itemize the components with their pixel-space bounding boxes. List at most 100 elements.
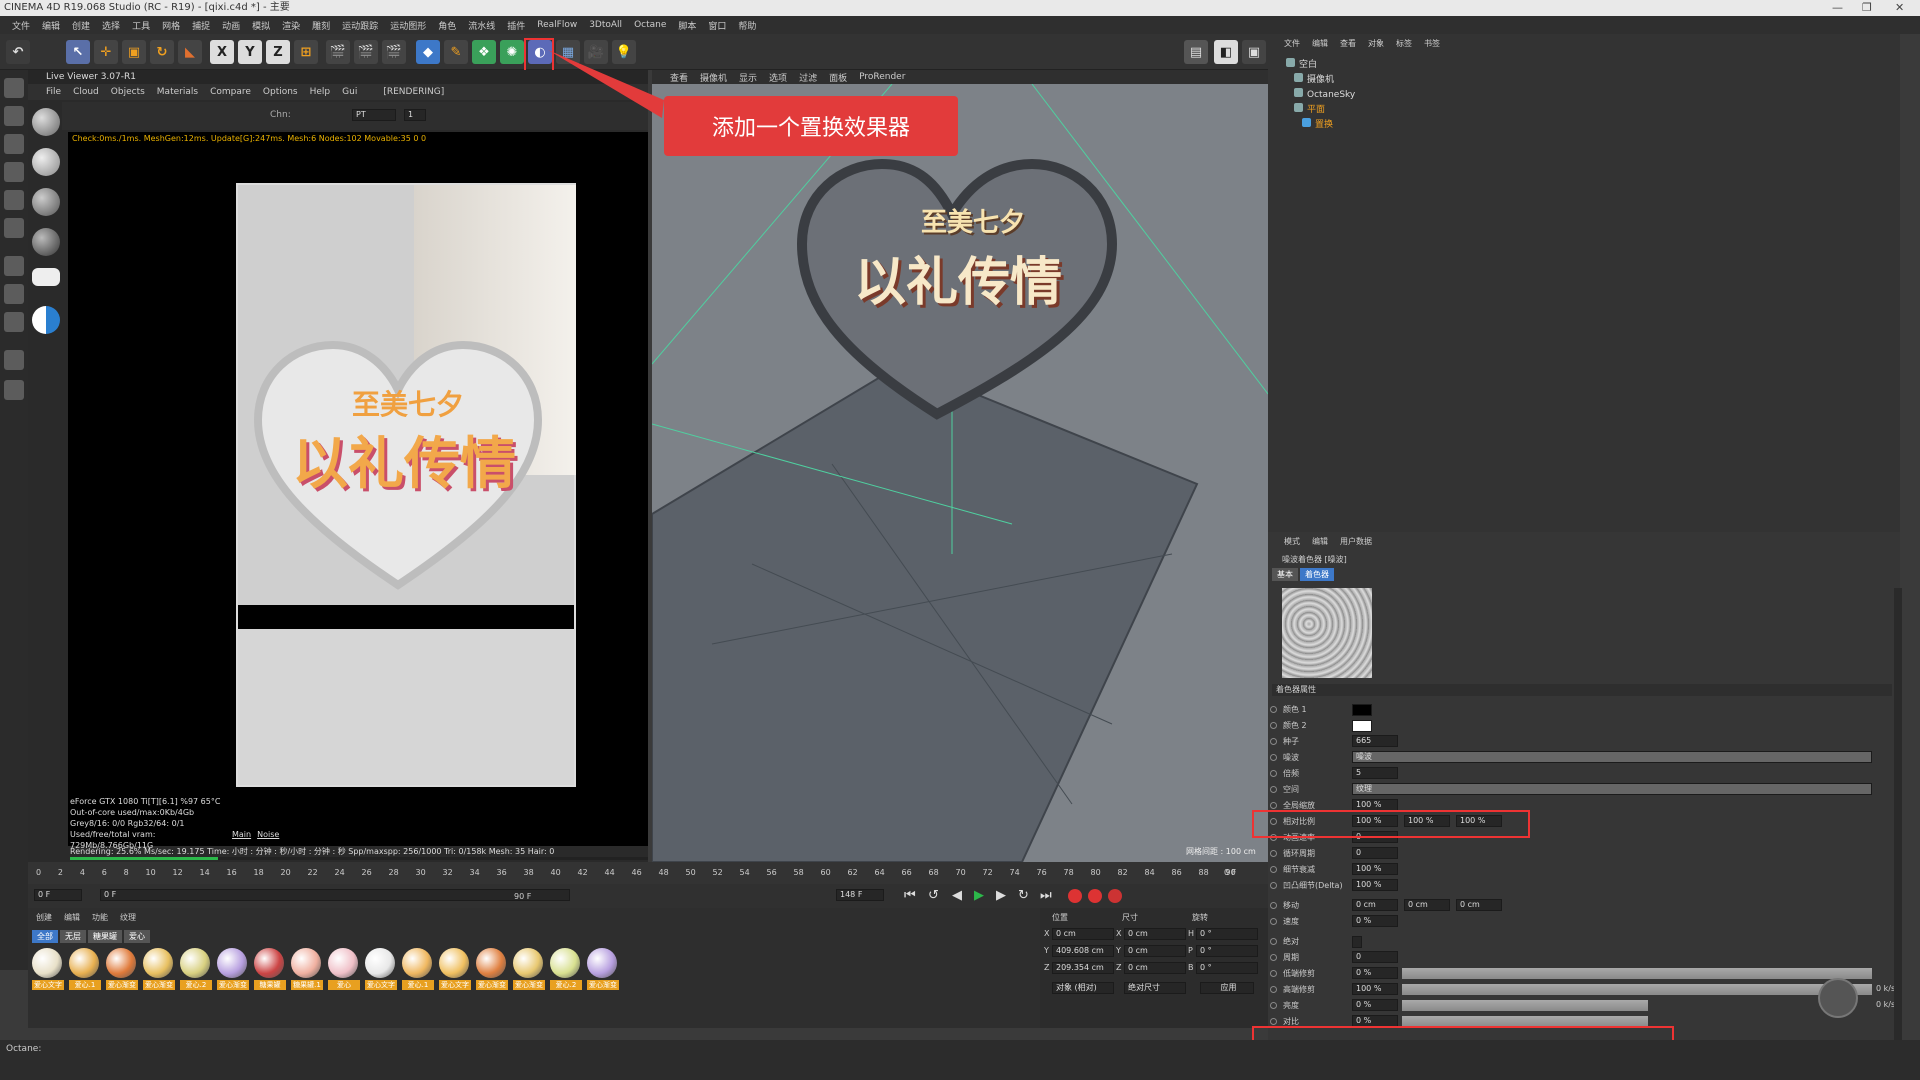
material-swatch[interactable]	[180, 948, 210, 978]
object-row[interactable]: 置换	[1276, 118, 1876, 132]
screen-icon[interactable]: ▣	[1242, 40, 1266, 64]
material-menu-item[interactable]: 功能	[92, 912, 108, 923]
live-viewer-menu-item[interactable]: File	[46, 87, 61, 97]
rotation-field[interactable]: 0 °	[1196, 928, 1258, 940]
animate-dot-icon[interactable]	[1270, 938, 1277, 945]
material-swatch[interactable]	[69, 948, 99, 978]
layout2-icon[interactable]: ◧	[1214, 40, 1238, 64]
live-viewer-menu-item[interactable]: Cloud	[73, 87, 99, 97]
preview-sphere-icon[interactable]	[32, 108, 60, 136]
tweak-icon[interactable]	[4, 284, 24, 304]
preview-half-icon[interactable]	[32, 306, 60, 334]
goto-end-icon[interactable]: ⏭	[1040, 888, 1052, 903]
record-icon[interactable]	[1068, 889, 1082, 903]
render-picture-icon[interactable]: 🎬	[354, 40, 378, 64]
material-swatch[interactable]	[291, 948, 321, 978]
animate-dot-icon[interactable]	[1270, 918, 1277, 925]
attr-menu-item[interactable]: 模式	[1284, 536, 1300, 547]
live-viewer-menu-item[interactable]: Materials	[157, 87, 198, 97]
mode-workplane-icon[interactable]	[4, 134, 24, 154]
attr-slider[interactable]	[1402, 1000, 1648, 1011]
mode-edges-icon[interactable]	[4, 190, 24, 210]
menu-item[interactable]: 工具	[126, 19, 156, 32]
absolute-checkbox[interactable]	[1352, 936, 1362, 948]
material-swatch[interactable]	[476, 948, 506, 978]
preview-sphere4-icon[interactable]	[32, 228, 60, 256]
select-tool-icon[interactable]: ↖	[66, 40, 90, 64]
attr-value-field[interactable]: 0	[1352, 847, 1398, 859]
material-swatch[interactable]	[439, 948, 469, 978]
animate-dot-icon[interactable]	[1270, 986, 1277, 993]
live-viewer-tab[interactable]: Main	[232, 830, 251, 839]
step-back-icon[interactable]: ◀	[952, 888, 962, 903]
x-axis-button[interactable]: X	[210, 40, 234, 64]
menu-item[interactable]: 窗口	[702, 19, 732, 32]
mode-polygons-icon[interactable]	[4, 218, 24, 238]
menu-item[interactable]: 选择	[96, 19, 126, 32]
step-forward-icon[interactable]: ▶	[996, 888, 1006, 903]
animate-dot-icon[interactable]	[1270, 850, 1277, 857]
live-viewer-menu-item[interactable]: Compare	[210, 87, 251, 97]
attr-slider[interactable]	[1402, 968, 1872, 979]
animate-dot-icon[interactable]	[1270, 970, 1277, 977]
coord-system-icon[interactable]: ⊞	[294, 40, 318, 64]
attr-scrollbar[interactable]	[1894, 588, 1902, 1048]
keyframe-help-icon[interactable]	[1108, 889, 1122, 903]
material-menu-item[interactable]: 纹理	[120, 912, 136, 923]
material-filter-tab[interactable]: 无层	[60, 930, 86, 943]
material-swatch[interactable]	[550, 948, 580, 978]
size-field[interactable]: 0 cm	[1124, 962, 1186, 974]
color-swatch[interactable]	[1352, 720, 1372, 732]
position-field[interactable]: 409.608 cm	[1052, 945, 1114, 957]
attr-menu-item[interactable]: 用户数据	[1340, 536, 1372, 547]
attr-value-field[interactable]: 0 %	[1352, 999, 1398, 1011]
size-field[interactable]: 0 cm	[1124, 945, 1186, 957]
menu-item[interactable]: 脚本	[672, 19, 702, 32]
color-swatch[interactable]	[1352, 704, 1372, 716]
menu-item[interactable]: 创建	[66, 19, 96, 32]
rotation-field[interactable]: 0 °	[1196, 962, 1258, 974]
menu-item[interactable]: 运动图形	[384, 19, 432, 32]
preview-plane-icon[interactable]	[32, 268, 60, 286]
animate-dot-icon[interactable]	[1270, 882, 1277, 889]
material-swatch[interactable]	[143, 948, 173, 978]
viewport-menu-item[interactable]: 显示	[739, 71, 757, 84]
live-viewer-menu-item[interactable]: Objects	[111, 87, 145, 97]
end-frame-field[interactable]: 148 F	[836, 889, 884, 901]
animate-dot-icon[interactable]	[1270, 722, 1277, 729]
attr-value-field[interactable]: 0 cm	[1456, 899, 1502, 911]
position-field[interactable]: 209.354 cm	[1052, 962, 1114, 974]
animate-dot-icon[interactable]	[1270, 738, 1277, 745]
animate-dot-icon[interactable]	[1270, 754, 1277, 761]
material-swatch[interactable]	[328, 948, 358, 978]
attr-value-field[interactable]: 5	[1352, 767, 1398, 779]
axis-icon[interactable]	[4, 256, 24, 276]
size-mode-select[interactable]: 绝对尺寸	[1124, 982, 1186, 994]
start-frame-field[interactable]: 0 F	[34, 889, 82, 901]
layout-icon[interactable]: ▤	[1184, 40, 1208, 64]
mode-texture-icon[interactable]	[4, 106, 24, 126]
last-tool-icon[interactable]: ◣	[178, 40, 202, 64]
chn-number[interactable]: 1	[404, 109, 426, 121]
subdivision-icon[interactable]: ❖	[472, 40, 496, 64]
goto-start-icon[interactable]: ⏮	[904, 888, 916, 903]
animate-dot-icon[interactable]	[1270, 770, 1277, 777]
object-menu-item[interactable]: 对象	[1368, 38, 1384, 49]
object-menu-item[interactable]: 文件	[1284, 38, 1300, 49]
render-settings-icon[interactable]: 🎬	[382, 40, 406, 64]
attr-value-field[interactable]: 0 %	[1352, 967, 1398, 979]
undo-button[interactable]: ↶	[6, 40, 30, 64]
attr-value-field[interactable]: 0 cm	[1352, 899, 1398, 911]
menu-item[interactable]: RealFlow	[531, 20, 583, 30]
material-menu-item[interactable]: 编辑	[64, 912, 80, 923]
attr-value-field[interactable]: 100 %	[1352, 863, 1398, 875]
attr-menu-item[interactable]: 编辑	[1312, 536, 1328, 547]
animate-dot-icon[interactable]	[1270, 1002, 1277, 1009]
cloner-icon[interactable]: ✺	[500, 40, 524, 64]
attr-value-field[interactable]: 0	[1352, 951, 1398, 963]
range-slider[interactable]: 0 F	[100, 889, 570, 901]
menu-item[interactable]: 3DtoAll	[583, 20, 628, 30]
animate-dot-icon[interactable]	[1270, 902, 1277, 909]
attr-value-field[interactable]: 0 %	[1352, 915, 1398, 927]
lock-icon[interactable]	[4, 350, 24, 370]
